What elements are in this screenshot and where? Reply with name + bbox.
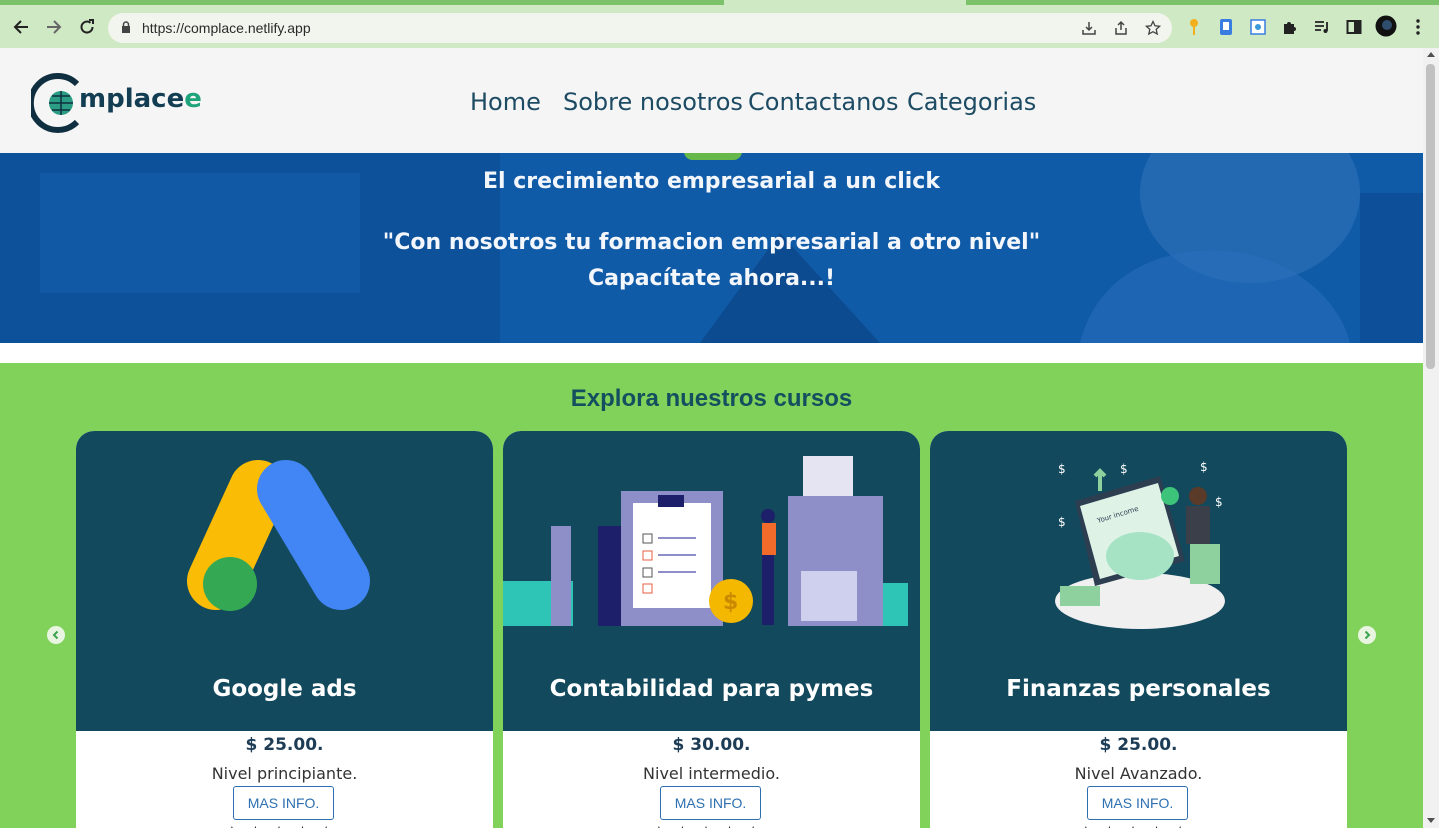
logo-text-accent: e <box>184 84 202 114</box>
svg-text:$: $ <box>1120 462 1128 476</box>
svg-text:$: $ <box>1058 462 1066 476</box>
rating-stars: ★★★★★ <box>503 823 920 828</box>
media-control-icon[interactable] <box>1313 18 1331 36</box>
hero-title: El crecimiento empresarial a un click <box>483 169 940 194</box>
course-level: Nivel intermedio. <box>643 764 780 783</box>
nav-home[interactable]: Home <box>470 88 541 116</box>
address-bar[interactable]: https://complace.netlify.app <box>108 13 1172 43</box>
google-ads-logo <box>187 460 370 611</box>
nav-contactanos[interactable]: Contactanos <box>748 88 898 116</box>
course-level: Nivel Avanzado. <box>1074 764 1203 783</box>
url-text: https://complace.netlify.app <box>142 20 311 36</box>
course-card-finanzas[interactable]: $ $ $ $ $ Your income Finanzas personale… <box>930 431 1347 828</box>
install-icon[interactable] <box>1080 19 1098 37</box>
menu-kebab-icon[interactable] <box>1409 18 1427 36</box>
bookmark-star-icon[interactable] <box>1144 19 1162 37</box>
site-header: mplacee Home Sobre nosotros Contactanos … <box>0 48 1423 153</box>
forward-icon[interactable] <box>43 16 65 38</box>
course-level: Nivel principiante. <box>211 764 358 783</box>
scrollbar-thumb[interactable] <box>1426 64 1435 369</box>
nav-sobre-nosotros[interactable]: Sobre nosotros <box>563 88 743 116</box>
course-name: Finanzas personales <box>1006 676 1271 702</box>
page-viewport: mplacee Home Sobre nosotros Contactanos … <box>0 48 1423 828</box>
extensions-puzzle-icon[interactable] <box>1281 18 1299 36</box>
svg-text:$: $ <box>1200 460 1208 474</box>
nav-categorias[interactable]: Categorias <box>907 88 1036 116</box>
course-name: Contabilidad para pymes <box>549 676 874 702</box>
complace-logo[interactable]: mplacee <box>31 72 202 134</box>
course-card-contabilidad[interactable]: $ Contabilidad para pymes $ 30.00. Nivel… <box>503 431 920 828</box>
mas-info-button[interactable]: MAS INFO. <box>233 786 334 820</box>
share-icon[interactable] <box>1112 19 1130 37</box>
svg-text:$: $ <box>1058 515 1066 529</box>
logo-text: mplacee <box>79 84 202 114</box>
accounting-illustration: $ <box>503 456 908 626</box>
page-scrollbar[interactable] <box>1423 48 1439 828</box>
rating-stars: ★★★★★ <box>930 823 1347 828</box>
hero-banner: El crecimiento empresarial a un click "C… <box>0 153 1423 343</box>
carousel-next-button[interactable] <box>1358 626 1376 644</box>
side-panel-icon[interactable] <box>1345 18 1363 36</box>
back-icon[interactable] <box>10 16 32 38</box>
hero-cta-text: Capacítate ahora...! <box>587 266 836 291</box>
course-price: $ 25.00. <box>1099 735 1178 755</box>
courses-section: Explora nuestros cursos Google ads $ 25.… <box>0 363 1423 828</box>
mas-info-button[interactable]: MAS INFO. <box>660 786 761 820</box>
extension-screenshot-icon[interactable] <box>1249 18 1267 36</box>
scroll-down-icon[interactable] <box>1427 818 1435 823</box>
reload-icon[interactable] <box>76 16 98 38</box>
extension-doc-icon[interactable] <box>1217 18 1235 36</box>
browser-chrome: https://complace.netlify.app <box>0 0 1439 48</box>
rating-stars: ★★★★★ <box>76 823 493 828</box>
scroll-up-icon[interactable] <box>1427 52 1435 57</box>
carousel-prev-button[interactable] <box>47 626 65 644</box>
course-price: $ 25.00. <box>245 735 324 755</box>
lock-icon <box>121 21 131 39</box>
hero-quote: "Con nosotros tu formacion empresarial a… <box>382 230 1041 255</box>
mas-info-button[interactable]: MAS INFO. <box>1087 786 1188 820</box>
svg-text:$: $ <box>1215 495 1223 509</box>
browser-toolbar: https://complace.netlify.app <box>0 5 1439 48</box>
course-name: Google ads <box>212 676 357 702</box>
hero-pill <box>684 153 742 160</box>
course-price: $ 30.00. <box>672 735 751 755</box>
finance-illustration: $ $ $ $ $ Your income <box>1055 460 1225 629</box>
extension-key-icon[interactable] <box>1185 18 1203 36</box>
profile-avatar[interactable] <box>1375 15 1397 37</box>
svg-text:$: $ <box>723 590 738 615</box>
course-card-google-ads[interactable]: Google ads $ 25.00. Nivel principiante. … <box>76 431 493 828</box>
courses-title: Explora nuestros cursos <box>570 385 853 412</box>
